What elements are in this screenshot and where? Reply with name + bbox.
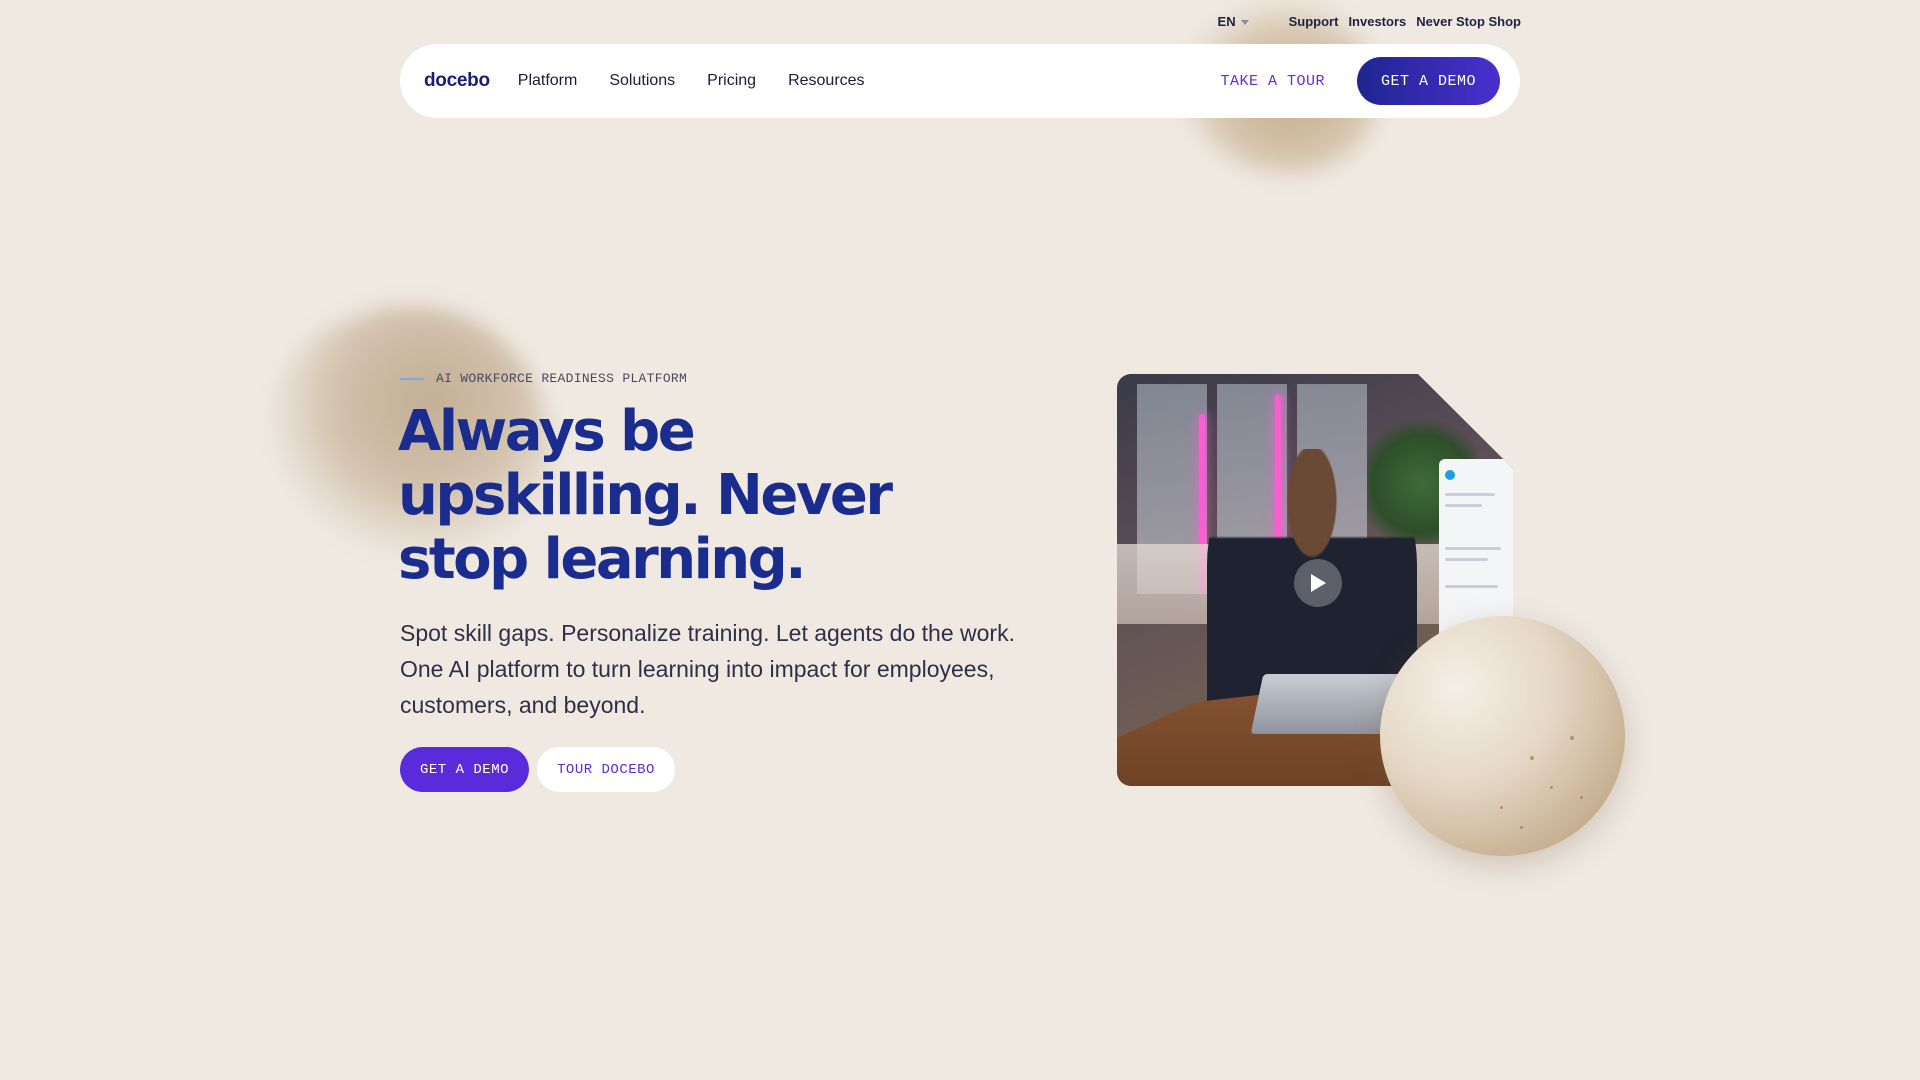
sphere-speck bbox=[1500, 806, 1503, 809]
play-icon[interactable] bbox=[1294, 559, 1342, 607]
nav-item-pricing[interactable]: Pricing bbox=[707, 72, 756, 90]
nav-item-solutions[interactable]: Solutions bbox=[609, 72, 675, 90]
sphere-speck bbox=[1570, 736, 1574, 740]
get-a-demo-button-nav[interactable]: GET A DEMO bbox=[1356, 57, 1500, 105]
panel-line bbox=[1445, 585, 1498, 588]
sphere-speck bbox=[1520, 826, 1523, 829]
decorative-sphere bbox=[1380, 616, 1625, 856]
language-label: EN bbox=[1217, 14, 1236, 29]
utility-bar: EN Support Investors Never Stop Shop bbox=[1218, 14, 1521, 29]
hero-eyebrow: AI WORKFORCE READINESS PLATFORM bbox=[400, 371, 687, 386]
panel-line bbox=[1445, 547, 1501, 550]
investors-link[interactable]: Investors bbox=[1348, 14, 1406, 29]
nav-item-platform[interactable]: Platform bbox=[518, 72, 578, 90]
sphere-speck bbox=[1530, 756, 1534, 760]
panel-line bbox=[1445, 504, 1483, 507]
nav-item-resources[interactable]: Resources bbox=[788, 72, 864, 90]
panel-logo-icon bbox=[1445, 470, 1455, 480]
eyebrow-line bbox=[400, 377, 424, 380]
tour-docebo-button[interactable]: TOUR DOCEBO bbox=[537, 747, 675, 792]
eyebrow-text: AI WORKFORCE READINESS PLATFORM bbox=[436, 371, 688, 386]
get-a-demo-button[interactable]: GET A DEMO bbox=[400, 747, 530, 792]
support-link[interactable]: Support bbox=[1289, 14, 1339, 29]
panel-line bbox=[1445, 493, 1495, 496]
never-stop-shop-link[interactable]: Never Stop Shop bbox=[1416, 14, 1521, 29]
panel-line bbox=[1445, 558, 1489, 561]
sphere-speck bbox=[1580, 796, 1583, 799]
main-nav: docebo Platform Solutions Pricing Resour… bbox=[400, 44, 1520, 118]
language-selector[interactable]: EN bbox=[1218, 14, 1249, 29]
hero-headline: Always be upskilling. Never stop learnin… bbox=[398, 399, 893, 592]
caret-down-icon bbox=[1240, 19, 1249, 25]
docebo-logo[interactable]: docebo bbox=[424, 70, 490, 92]
hero-subtext: Spot skill gaps. Personalize training. L… bbox=[400, 620, 1015, 718]
take-a-tour-link[interactable]: TAKE A TOUR bbox=[1220, 73, 1325, 90]
hero-cta-row: GET A DEMO TOUR DOCEBO bbox=[400, 747, 675, 792]
sphere-speck bbox=[1550, 786, 1553, 789]
